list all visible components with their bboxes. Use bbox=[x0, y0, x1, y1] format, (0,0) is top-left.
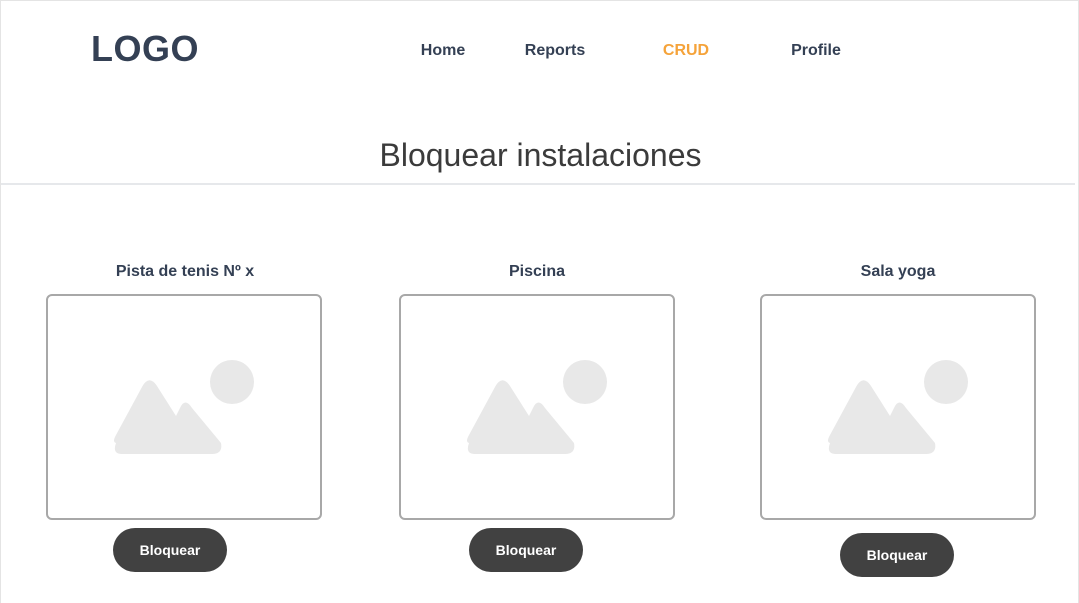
nav-item-reports[interactable]: Reports bbox=[525, 42, 585, 60]
card-title: Piscina bbox=[508, 263, 566, 280]
image-placeholder-icon bbox=[467, 360, 607, 454]
card-title: Pista de tenis Nº x bbox=[115, 263, 255, 280]
title-divider bbox=[1, 183, 1075, 185]
facility-image bbox=[760, 294, 1036, 520]
block-button[interactable]: Bloquear bbox=[469, 528, 583, 572]
page-title: Bloquear instalaciones bbox=[379, 137, 702, 173]
block-button[interactable]: Bloquear bbox=[840, 533, 954, 577]
nav-item-home[interactable]: Home bbox=[421, 42, 465, 60]
logo[interactable]: LOGO bbox=[91, 28, 199, 70]
nav-item-profile[interactable]: Profile bbox=[791, 42, 841, 60]
nav-item-crud[interactable]: CRUD bbox=[663, 42, 709, 60]
image-placeholder-icon bbox=[828, 360, 968, 454]
image-placeholder-icon bbox=[114, 360, 254, 454]
facility-image bbox=[46, 294, 322, 520]
facility-image bbox=[399, 294, 675, 520]
card-title: Sala yoga bbox=[860, 263, 936, 280]
page-frame: LOGO Home Reports CRUD Profile Bloquear … bbox=[0, 0, 1079, 603]
block-button[interactable]: Bloquear bbox=[113, 528, 227, 572]
